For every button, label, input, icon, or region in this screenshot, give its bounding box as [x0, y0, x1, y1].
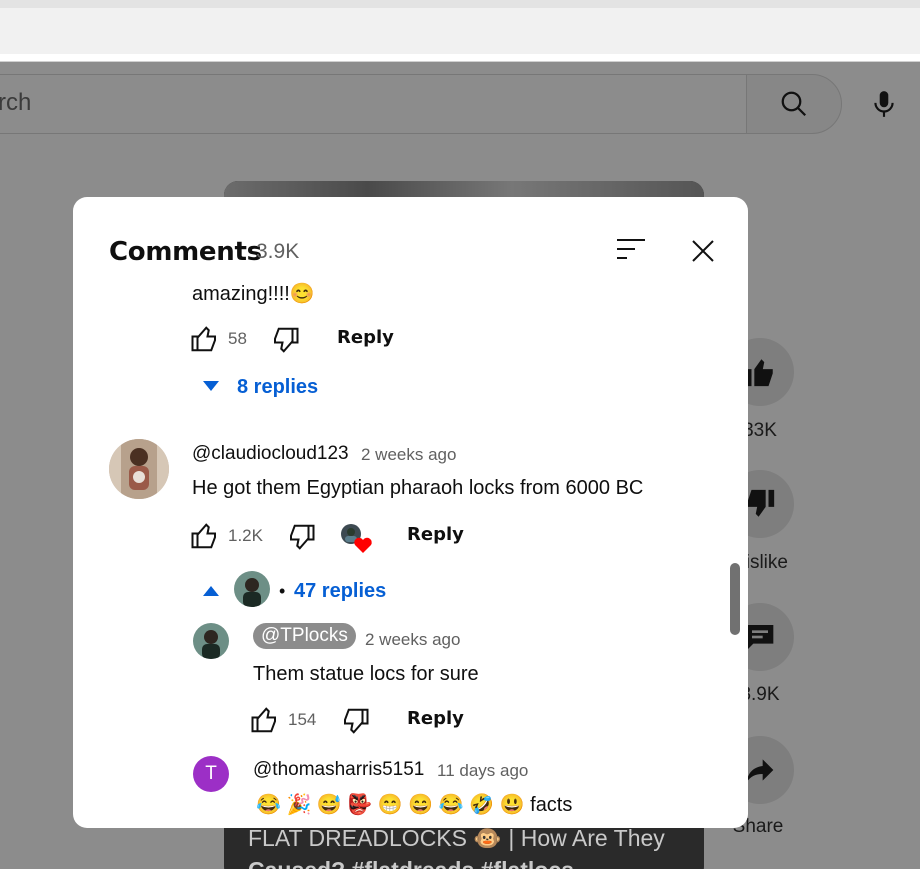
thumbs-up-outline-icon: [191, 326, 216, 352]
thumbs-down-icon: [747, 489, 775, 517]
comments-title: Comments: [109, 237, 262, 267]
dislike-button[interactable]: [286, 522, 316, 557]
search-button[interactable]: [746, 74, 842, 134]
thumbs-down-outline-icon: [274, 327, 299, 353]
search-input[interactable]: [0, 74, 743, 132]
close-icon: [692, 240, 714, 262]
like-count: 1.2K: [228, 526, 263, 545]
comment-text: He got them Egyptian pharaoh locks from …: [192, 477, 644, 499]
comments-scrollbar[interactable]: [730, 563, 740, 635]
expand-replies-icon: [201, 379, 221, 398]
creator-heart-badge: [340, 523, 374, 560]
creator-avatar-small: [234, 571, 270, 607]
comment-icon: [746, 625, 774, 651]
reply-button[interactable]: Reply: [407, 708, 464, 729]
like-button[interactable]: [190, 324, 220, 359]
like-button[interactable]: [190, 521, 220, 556]
collapse-replies-icon: [201, 584, 221, 603]
comment-author[interactable]: @thomasharris5151: [253, 759, 424, 781]
sort-icon: [617, 239, 645, 259]
comment-time[interactable]: 2 weeks ago: [361, 445, 456, 465]
creator-heart-icon: [341, 524, 372, 553]
like-count: 58: [228, 329, 247, 348]
comment-time[interactable]: 11 days ago: [437, 761, 528, 781]
replies-separator: •: [279, 581, 286, 601]
creator-author-badge[interactable]: @TPlocks: [253, 623, 356, 649]
thumbs-down-outline-icon: [344, 708, 369, 734]
close-button[interactable]: [687, 235, 719, 267]
reply-button[interactable]: Reply: [407, 524, 464, 545]
comments-count: 3.9K: [256, 240, 300, 263]
comments-list[interactable]: amazing!!!!😊 58 Reply 8 replies @claudio…: [73, 279, 748, 828]
comment-text: 😂 🎉 😅 👺 😁 😄 😂 🤣 😃 facts: [256, 794, 573, 816]
comment-author[interactable]: @claudiocloud123: [192, 443, 349, 465]
like-count: 154: [288, 710, 317, 729]
comments-panel: Comments 3.9K amazing!!!!😊 58 Reply 8 re…: [73, 197, 748, 828]
thumbs-up-icon: [745, 359, 773, 387]
video-title[interactable]: FLAT DREADLOCKS 🐵 | How Are They Caused?…: [248, 822, 708, 869]
view-replies-link[interactable]: 8 replies: [237, 376, 318, 399]
avatar[interactable]: T: [193, 756, 229, 792]
view-replies-link[interactable]: 47 replies: [294, 580, 386, 603]
share-icon: [746, 759, 774, 782]
microphone-icon: [874, 91, 894, 117]
search-icon: [781, 91, 807, 117]
comment-text: Them statue locs for sure: [253, 663, 479, 685]
comment-text-partial: amazing!!!!😊: [192, 283, 315, 305]
sort-button[interactable]: [613, 235, 649, 265]
browser-toolbar: [0, 8, 920, 54]
video-title-line2: Caused? #flatdreads #flatlocs: [248, 854, 708, 869]
thumbs-up-outline-icon: [191, 523, 216, 549]
thumbs-down-outline-icon: [290, 524, 315, 550]
avatar[interactable]: [193, 623, 229, 659]
reply-button[interactable]: Reply: [337, 327, 394, 348]
avatar[interactable]: [109, 439, 169, 499]
dislike-button[interactable]: [340, 706, 370, 741]
comment-time[interactable]: 2 weeks ago: [365, 630, 460, 650]
dislike-button[interactable]: [270, 325, 300, 360]
like-button[interactable]: [250, 705, 280, 740]
browser-divider: [0, 54, 920, 62]
browser-top-strip: [0, 0, 920, 8]
voice-search-button[interactable]: [860, 80, 908, 128]
thumbs-up-outline-icon: [251, 707, 276, 733]
